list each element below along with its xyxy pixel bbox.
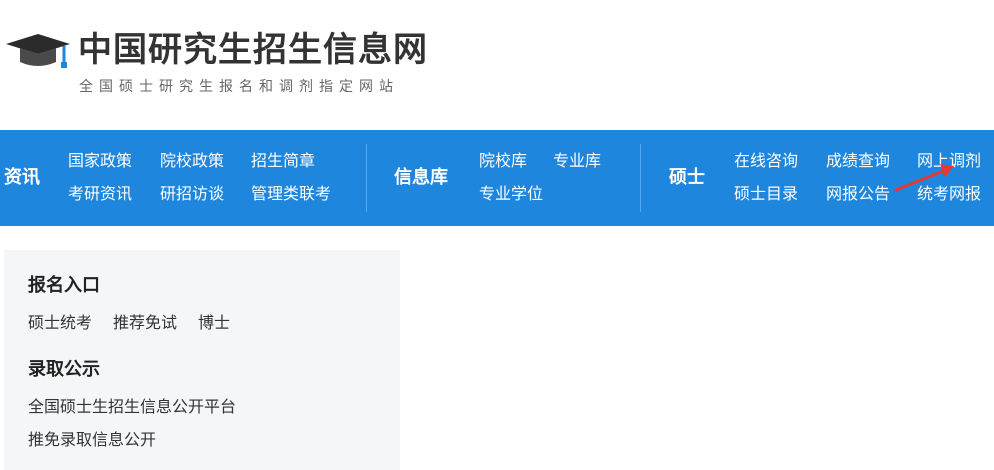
nav-link-unified-exam-registration[interactable]: 统考网报: [917, 183, 981, 205]
link-exemption-admission-info[interactable]: 推免录取信息公开: [28, 429, 156, 451]
nav-link-major-db[interactable]: 专业库: [553, 150, 601, 172]
admission-publicity-heading: 录取公示: [28, 359, 100, 380]
nav-link-exam-news[interactable]: 考研资讯: [68, 183, 132, 205]
site-header: 中国研究生招生信息网 全国硕士研究生报名和调剂指定网站: [0, 0, 994, 130]
graduation-cap-icon[interactable]: [4, 30, 70, 72]
nav-link-online-consult[interactable]: 在线咨询: [734, 150, 798, 172]
nav-link-national-policy[interactable]: 国家政策: [68, 150, 132, 172]
quick-links-panel: 报名入口 硕士统考 推荐免试 博士 录取公示 全国硕士生招生信息公开平台 推免录…: [4, 250, 400, 470]
nav-link-school-policy[interactable]: 院校政策: [160, 150, 224, 172]
nav-link-interviews[interactable]: 研招访谈: [160, 183, 224, 205]
nav-link-score-query[interactable]: 成绩查询: [826, 150, 890, 172]
nav-group-master-title[interactable]: 硕士: [669, 166, 705, 190]
nav-link-master-catalog[interactable]: 硕士目录: [734, 183, 798, 205]
nav-link-professional-degree[interactable]: 专业学位: [479, 183, 543, 205]
link-recommended-exemption[interactable]: 推荐免试: [113, 312, 177, 334]
site-title[interactable]: 中国研究生招生信息网: [78, 28, 428, 72]
nav-group-database-title[interactable]: 信息库: [394, 166, 448, 190]
site-subtitle: 全国硕士研究生报名和调剂指定网站: [79, 79, 399, 95]
link-master-admission-platform[interactable]: 全国硕士生招生信息公开平台: [28, 396, 236, 418]
main-nav: 资讯 国家政策 院校政策 招生简章 考研资讯 研招访谈 管理类联考 信息库 院校…: [0, 130, 994, 226]
nav-divider: [366, 144, 367, 212]
link-master-unified-exam[interactable]: 硕士统考: [28, 312, 92, 334]
link-doctoral[interactable]: 博士: [198, 312, 230, 334]
nav-link-admission-brochure[interactable]: 招生简章: [251, 150, 315, 172]
nav-divider: [640, 144, 641, 212]
registration-entry-heading: 报名入口: [28, 275, 100, 296]
nav-link-online-adjustment[interactable]: 网上调剂: [917, 150, 981, 172]
nav-link-management-exam[interactable]: 管理类联考: [251, 183, 331, 205]
nav-link-school-db[interactable]: 院校库: [479, 150, 527, 172]
nav-link-registration-notice[interactable]: 网报公告: [826, 183, 890, 205]
nav-group-news-title[interactable]: 资讯: [4, 166, 40, 190]
